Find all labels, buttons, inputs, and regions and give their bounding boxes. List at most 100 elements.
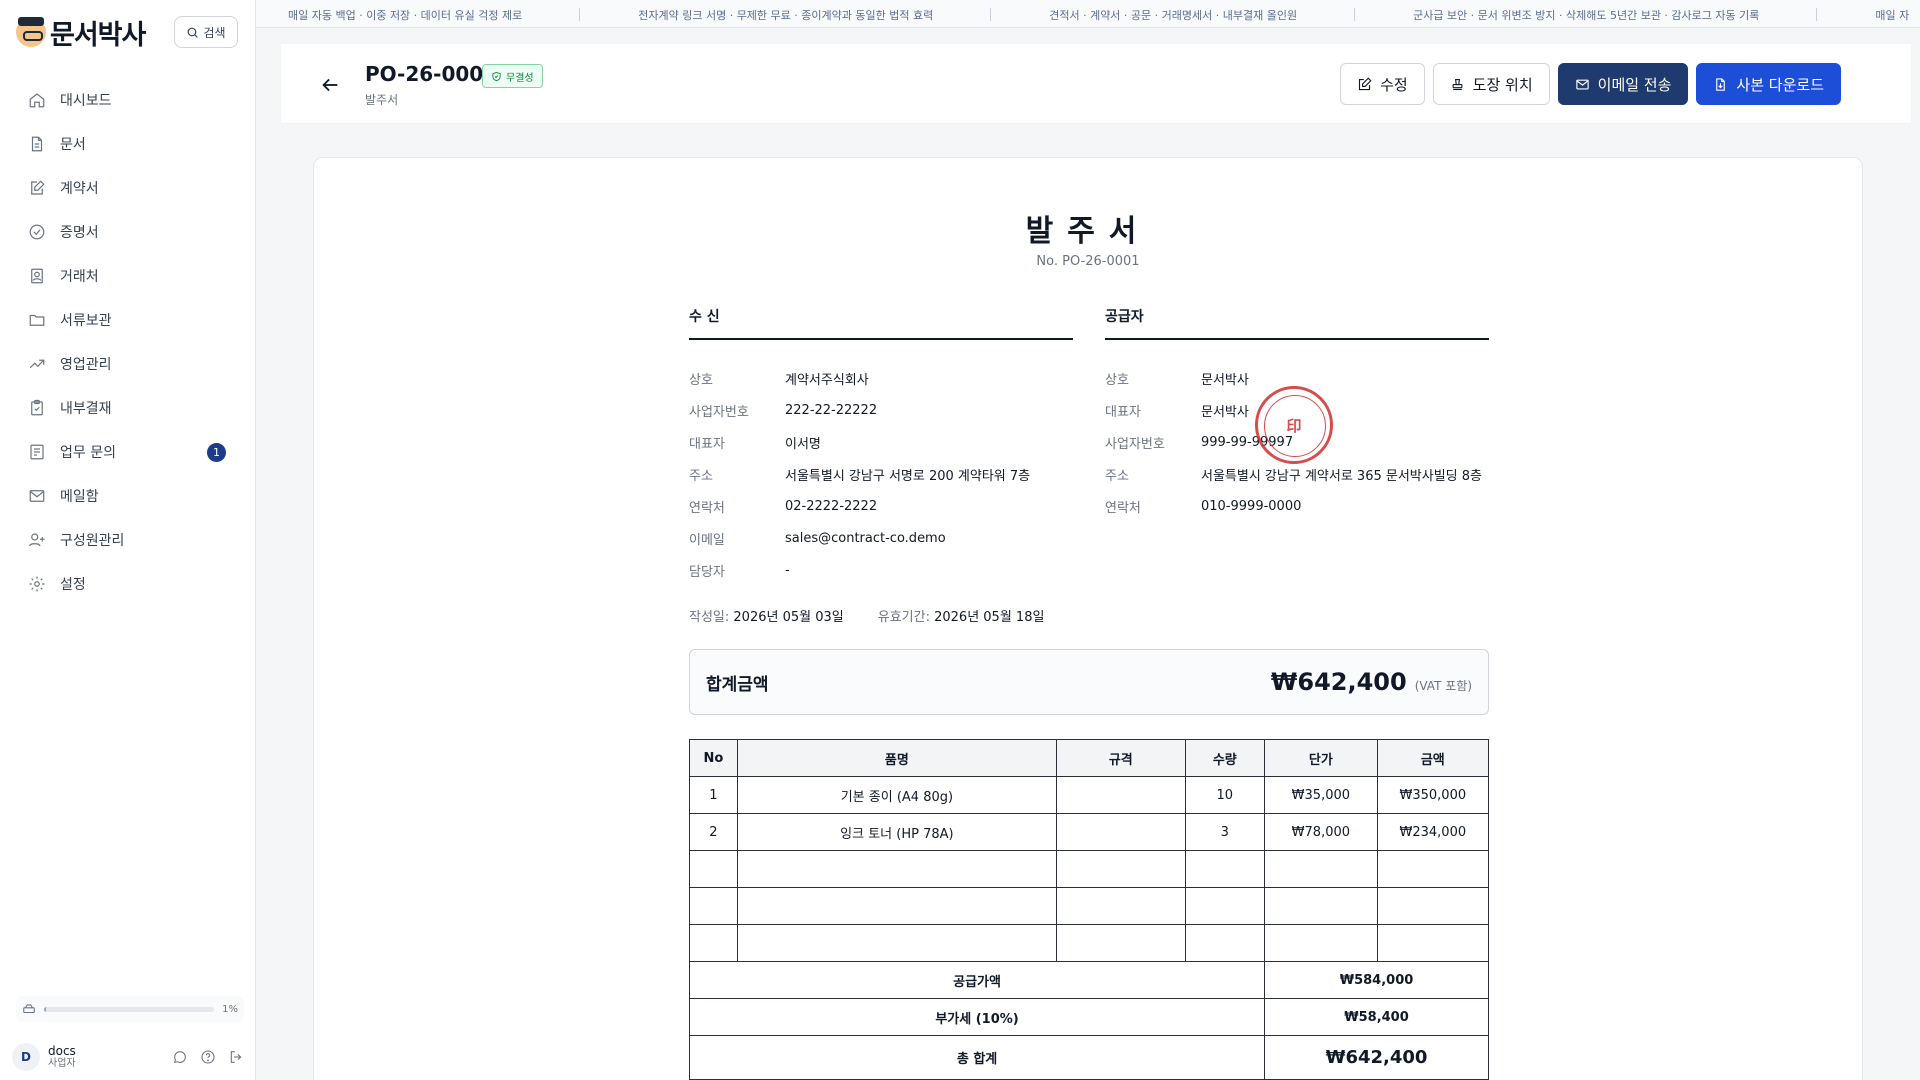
download-copy-button-label: 사본 다운로드 — [1736, 75, 1824, 94]
valid-date-label: 유효기간: — [877, 610, 930, 625]
column-header: 수량 — [1184, 739, 1266, 777]
field-label: 사업자번호 — [1105, 436, 1165, 452]
vat-label: 부가세 (10%) — [688, 998, 1266, 1036]
sidebar-item-approval[interactable]: 내부결재 — [16, 386, 240, 430]
download-copy-button[interactable]: 사본 다운로드 — [1696, 63, 1841, 105]
brand-logo[interactable]: 문서박사 — [16, 12, 146, 52]
sidebar-item-clients[interactable]: 거래처 — [16, 254, 240, 298]
sidebar-item-label: 영업관리 — [60, 357, 112, 373]
sidebar-item-label: 서류보관 — [60, 313, 112, 329]
supply-amount-label: 공급가액 — [688, 961, 1266, 999]
supplier-heading: 공급자 — [1105, 306, 1489, 340]
table-cell — [1184, 924, 1266, 962]
avatar[interactable]: D — [12, 1043, 40, 1071]
table-cell — [1056, 850, 1186, 888]
sidebar-item-dashboard[interactable]: 대시보드 — [16, 78, 240, 122]
field-label: 상호 — [689, 372, 713, 388]
marquee-item: 매일 자 — [1817, 7, 1920, 23]
integrity-badge[interactable]: 무결성 — [482, 64, 543, 88]
send-email-button-label: 이메일 전송 — [1597, 75, 1672, 94]
table-cell — [1376, 924, 1490, 962]
back-button[interactable] — [319, 74, 341, 96]
brand-name: 문서박사 — [50, 19, 146, 51]
sidebar-item-mailbox[interactable]: 메일함 — [16, 474, 240, 518]
logout-icon[interactable] — [228, 1049, 244, 1065]
field-value: 서울특별시 강남구 서명로 200 계약타워 7층 — [785, 468, 1031, 484]
chat-icon[interactable] — [172, 1049, 188, 1065]
field-label: 이메일 — [689, 532, 725, 548]
header-actions: 수정 도장 위치 이메일 전송 사본 다운로드 — [1340, 63, 1841, 105]
table-cell — [1264, 850, 1378, 888]
sidebar-item-sales[interactable]: 영업관리 — [16, 342, 240, 386]
sidebar-item-archive[interactable]: 서류보관 — [16, 298, 240, 342]
column-header: 금액 — [1376, 739, 1490, 777]
vat-included-note: (VAT 포함) — [1414, 678, 1472, 693]
field-label: 대표자 — [1105, 404, 1141, 420]
inquiry-icon — [28, 443, 46, 461]
sidebar-item-documents[interactable]: 문서 — [16, 122, 240, 166]
marquee-item: 전자계약 링크 서명 · 무제한 무료 · 종이계약과 동일한 법적 효력 — [580, 7, 992, 23]
document-icon — [28, 135, 46, 153]
storage-progress-bar — [44, 1006, 215, 1012]
pencil-square-icon — [1359, 76, 1372, 90]
table-cell — [1264, 887, 1378, 925]
stamp-position-button-label: 도장 위치 — [1472, 75, 1533, 94]
table-header-row: No 품명 규격 수량 단가 금액 — [689, 739, 1490, 777]
supplier-section: 공급자 상호 문서박사 대표자 문서박사 사업자번호 999-99-99997 주소 서… — [1105, 306, 1489, 522]
total-amount-box: 합계금액 ₩642,400 (VAT 포함) — [689, 649, 1489, 715]
recipient-row: 주소 서울특별시 강남구 서명로 200 계약타워 7층 — [689, 458, 1073, 490]
file-download-icon — [1716, 77, 1726, 91]
table-cell — [689, 887, 738, 925]
field-value: 계약서주식회사 — [785, 372, 869, 388]
storage-percent: 1% — [222, 1003, 238, 1015]
field-label: 연락처 — [1105, 500, 1141, 516]
storage-usage: 1% — [16, 996, 244, 1022]
recipient-row: 담당자 - — [689, 554, 1073, 586]
grand-total-label: 총 합계 — [688, 1035, 1266, 1080]
search-button[interactable]: 검색 — [174, 16, 238, 48]
help-icon[interactable] — [200, 1049, 216, 1065]
table-row — [689, 887, 1490, 925]
document-number: No. PO-26-0001 — [1036, 254, 1140, 269]
folder-icon — [28, 311, 46, 329]
valid-date: 유효기간: 2026년 05월 18일 — [878, 606, 1045, 625]
stamp-position-button[interactable]: 도장 위치 — [1432, 63, 1550, 105]
table-cell: ₩350,000 — [1376, 776, 1490, 814]
table-row: 2 잉크 토너 (HP 78A) 3 ₩78,000 ₩234,000 — [689, 813, 1490, 851]
mail-icon — [28, 487, 46, 505]
sidebar-item-certificates[interactable]: 증명서 — [16, 210, 240, 254]
user-plus-icon — [28, 531, 46, 549]
recipient-row: 연락처 02-2222-2222 — [689, 490, 1073, 522]
marquee-item: 군사급 보안 · 문서 위변조 방지 · 삭제해도 5년간 보관 · 감사로그 … — [1355, 7, 1818, 23]
sidebar-item-label: 대시보드 — [60, 93, 112, 109]
sidebar-item-settings[interactable]: 설정 — [16, 562, 240, 606]
sidebar-item-members[interactable]: 구성원관리 — [16, 518, 240, 562]
valid-date-value: 2026년 05월 18일 — [934, 610, 1045, 625]
storage-progress-fill — [44, 1006, 46, 1012]
field-label: 연락처 — [689, 500, 725, 516]
field-value: 문서박사 — [1201, 372, 1249, 388]
field-label: 담당자 — [689, 564, 725, 580]
grand-total-value: ₩642,400 — [1264, 1035, 1489, 1080]
table-cell: 2 — [689, 813, 738, 851]
sidebar-item-inquiry[interactable]: 업무 문의 1 — [16, 430, 240, 474]
supplier-row: 연락처 010-9999-0000 — [1105, 490, 1489, 522]
table-cell: ₩234,000 — [1376, 813, 1490, 851]
recipient-row: 사업자번호 222-22-22222 — [689, 394, 1073, 426]
sidebar-item-contracts[interactable]: 계약서 — [16, 166, 240, 210]
table-cell — [736, 924, 1058, 962]
edit-button[interactable]: 수정 — [1340, 63, 1425, 105]
field-value: 문서박사 — [1201, 404, 1249, 420]
sidebar: 문서박사 검색 대시보드 문서 계약서 증명서 거래처 서류보관 영업관리 내부… — [0, 0, 256, 1080]
column-header: No — [689, 739, 738, 777]
supply-amount-row: 공급가액 ₩584,000 — [688, 961, 1489, 999]
send-email-button[interactable]: 이메일 전송 — [1557, 63, 1689, 105]
storage-icon — [23, 1004, 35, 1014]
table-cell — [1056, 887, 1186, 925]
field-value: 02-2222-2222 — [785, 498, 878, 514]
table-cell — [1056, 924, 1186, 962]
recipient-row: 상호 계약서주식회사 — [689, 362, 1073, 394]
column-header: 규격 — [1056, 739, 1186, 777]
table-cell: 1 — [689, 776, 738, 814]
sidebar-item-label: 업무 문의 — [60, 445, 116, 461]
